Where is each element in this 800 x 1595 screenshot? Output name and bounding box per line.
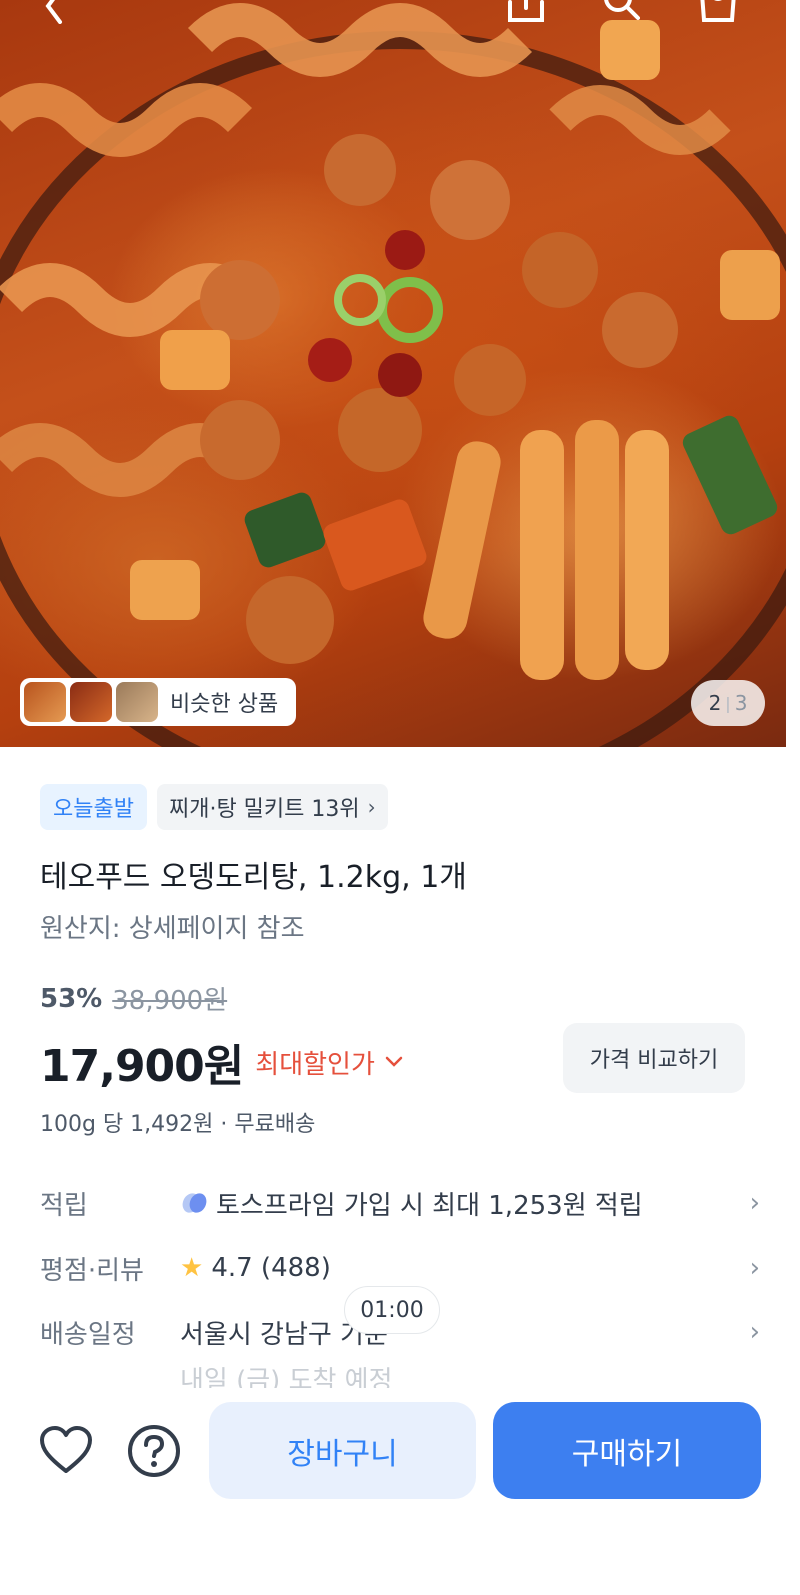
question-icon[interactable] (126, 1423, 182, 1479)
star-icon: ★ (180, 1253, 204, 1283)
today-shipping-badge: 오늘출발 (40, 784, 147, 830)
countdown-timer: 01:00 (344, 1286, 440, 1334)
ranking-badge[interactable]: 찌개·탕 밀키트 13위 › (156, 784, 388, 830)
pager-total: 3 (734, 691, 748, 715)
unit-price-shipping: 100g 당 1,492원 · 무료배송 (40, 1112, 316, 1137)
pager-current: 2 (708, 691, 722, 715)
toss-prime-icon (182, 1193, 207, 1213)
back-icon[interactable] (34, 0, 74, 24)
similar-products-button[interactable]: 비슷한 상품 (20, 678, 296, 726)
ranking-label: 찌개·탕 밀키트 13위 (168, 797, 360, 822)
similar-thumb (24, 682, 66, 722)
product-image[interactable]: 비슷한 상품 2 | 3 (0, 0, 786, 747)
rating-value: 4.7 (488) (211, 1253, 331, 1283)
share-icon[interactable] (506, 0, 546, 24)
similar-products-label: 비슷한 상품 (170, 692, 279, 717)
price-row: 17,900원 최대할인가 (40, 1030, 403, 1094)
chevron-right-icon: › (749, 1317, 760, 1347)
shopping-bag-icon[interactable] (698, 0, 738, 24)
add-to-cart-button[interactable]: 장바구니 (209, 1402, 476, 1499)
discount-rate: 53% (40, 983, 103, 1014)
chevron-right-icon: › (749, 1253, 760, 1283)
search-icon[interactable] (600, 0, 640, 24)
top-nav (0, 0, 786, 28)
pager-separator: | (725, 693, 731, 713)
product-photo (0, 3, 786, 747)
rating-key: 평점·리뷰 (40, 1255, 144, 1286)
similar-thumb (70, 682, 112, 722)
points-row[interactable]: 적립 토스프라임 가입 시 최대 1,253원 적립 › (40, 1181, 760, 1225)
buy-now-button[interactable]: 구매하기 (493, 1402, 761, 1499)
original-price: 38,900원 (112, 986, 228, 1016)
chevron-down-icon (385, 1056, 403, 1067)
discount-row: 53% 38,900원 (40, 980, 227, 1017)
chevron-right-icon: › (749, 1188, 760, 1218)
product-title: 테오푸드 오뎅도리탕, 1.2kg, 1개 (40, 860, 467, 895)
price-compare-button[interactable]: 가격 비교하기 (563, 1023, 745, 1093)
delivery-key: 배송일정 (40, 1319, 136, 1350)
max-discount-toggle[interactable]: 최대할인가 (255, 1044, 403, 1081)
points-value: 토스프라임 가입 시 최대 1,253원 적립 (216, 1190, 643, 1221)
points-key: 적립 (40, 1190, 88, 1221)
similar-thumb (116, 682, 158, 722)
rating-row[interactable]: 평점·리뷰 ★ 4.7 (488) › (40, 1246, 760, 1290)
heart-icon[interactable] (38, 1423, 94, 1479)
product-origin: 원산지: 상세페이지 참조 (40, 914, 305, 944)
chevron-right-icon: › (367, 795, 376, 819)
max-discount-label: 최대할인가 (255, 1049, 375, 1080)
sale-price: 17,900원 (40, 1041, 244, 1092)
badge-row: 오늘출발 찌개·탕 밀키트 13위 › (40, 784, 388, 830)
image-pager: 2 | 3 (691, 680, 765, 726)
